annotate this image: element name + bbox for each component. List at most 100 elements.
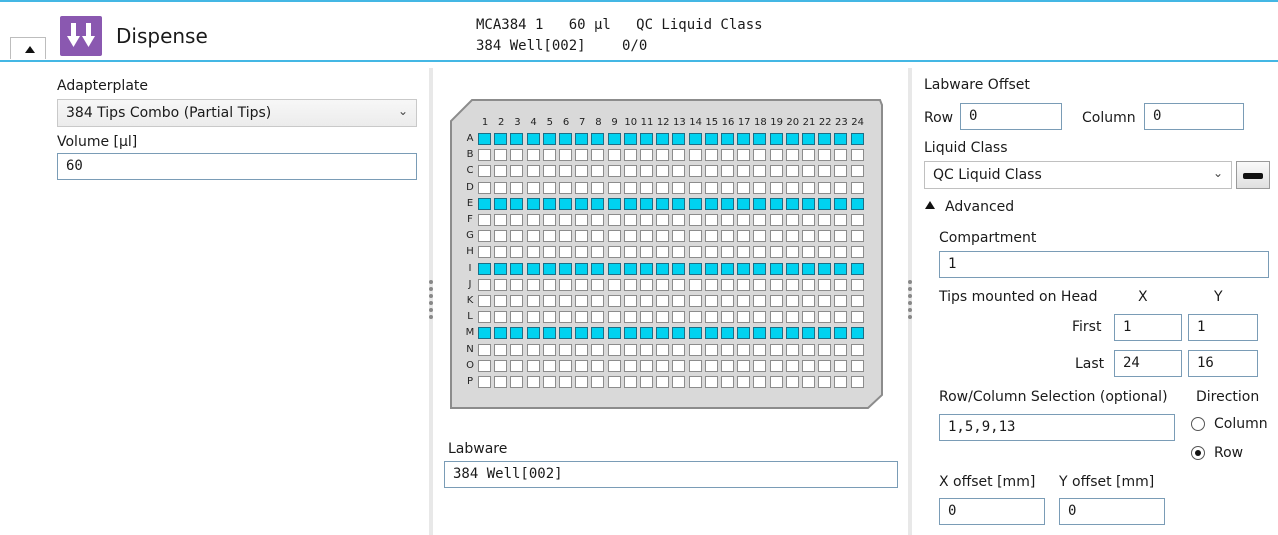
plate-well[interactable] [559, 165, 572, 178]
plate-well[interactable] [737, 376, 751, 388]
plate-well[interactable] [542, 230, 556, 243]
plate-well[interactable] [785, 376, 799, 388]
plate-well[interactable] [802, 165, 815, 178]
plate-well[interactable] [656, 278, 670, 291]
plate-well[interactable] [672, 149, 686, 162]
plate-well[interactable] [494, 343, 508, 356]
plate-well[interactable] [559, 343, 572, 356]
plate-well[interactable] [607, 359, 621, 372]
plate-well[interactable] [785, 149, 799, 162]
plate-well[interactable] [656, 262, 670, 275]
plate-well[interactable] [721, 181, 734, 194]
plate-well[interactable] [542, 246, 556, 259]
plate-well[interactable] [559, 295, 572, 307]
plate-well[interactable] [704, 181, 718, 194]
plate-well[interactable] [656, 165, 670, 178]
plate-well[interactable] [688, 149, 702, 162]
plate-well[interactable] [672, 376, 686, 388]
plate-well[interactable] [640, 262, 653, 275]
plate-well[interactable] [510, 343, 524, 356]
plate-well[interactable] [737, 295, 751, 307]
plate-well[interactable] [753, 133, 767, 145]
plate-well[interactable] [834, 262, 848, 275]
plate-well[interactable] [704, 230, 718, 243]
plate-well[interactable] [656, 214, 670, 226]
plate-well[interactable] [656, 295, 670, 307]
plate-well[interactable] [753, 376, 767, 388]
plate-well[interactable] [559, 133, 572, 145]
plate-well[interactable] [623, 295, 637, 307]
plate-well[interactable] [818, 197, 832, 210]
plate-well[interactable] [656, 197, 670, 210]
plate-well[interactable] [818, 295, 832, 307]
plate-well[interactable] [510, 295, 524, 307]
plate-well[interactable] [640, 311, 653, 324]
plate-well[interactable] [753, 149, 767, 162]
plate-well[interactable] [688, 343, 702, 356]
advanced-label[interactable]: Advanced [945, 199, 1014, 215]
plate-well[interactable] [526, 214, 540, 226]
plate-well[interactable] [753, 327, 767, 340]
plate-well[interactable] [802, 295, 815, 307]
plate-well[interactable] [559, 181, 572, 194]
plate-well[interactable] [478, 376, 491, 388]
plate-well[interactable] [672, 295, 686, 307]
plate-well[interactable] [591, 149, 605, 162]
plate-well[interactable] [688, 133, 702, 145]
plate-well[interactable] [640, 376, 653, 388]
plate-well[interactable] [753, 214, 767, 226]
plate-well[interactable] [721, 214, 734, 226]
plate-well[interactable] [607, 327, 621, 340]
plate-well[interactable] [640, 165, 653, 178]
plate-well[interactable] [672, 359, 686, 372]
plate-well[interactable] [526, 230, 540, 243]
plate-well[interactable] [769, 181, 783, 194]
plate-well[interactable] [818, 262, 832, 275]
plate-well[interactable] [704, 359, 718, 372]
plate-well[interactable] [656, 359, 670, 372]
plate-well[interactable] [721, 295, 734, 307]
plate-well[interactable] [542, 295, 556, 307]
plate-well[interactable] [850, 181, 864, 194]
plate-well[interactable] [623, 149, 637, 162]
plate-well[interactable] [607, 295, 621, 307]
plate-well[interactable] [656, 376, 670, 388]
plate-well[interactable] [802, 343, 815, 356]
plate-well[interactable] [494, 262, 508, 275]
plate-well[interactable] [704, 214, 718, 226]
compartment-field[interactable]: 1 [939, 251, 1269, 278]
x-offset-field[interactable]: 0 [939, 498, 1045, 525]
labware-field[interactable]: 384 Well[002] [444, 461, 898, 488]
plate-well[interactable] [672, 214, 686, 226]
plate-well[interactable] [510, 262, 524, 275]
plate-well[interactable] [704, 262, 718, 275]
plate-well[interactable] [802, 181, 815, 194]
direction-row-radio[interactable] [1191, 446, 1205, 460]
plate-well[interactable] [721, 327, 734, 340]
plate-well[interactable] [526, 246, 540, 259]
plate-well[interactable] [510, 246, 524, 259]
plate-well[interactable] [526, 149, 540, 162]
plate-well[interactable] [721, 230, 734, 243]
plate-well[interactable] [559, 230, 572, 243]
plate-well[interactable] [591, 181, 605, 194]
plate-well[interactable] [834, 311, 848, 324]
plate-well[interactable] [850, 295, 864, 307]
plate-well[interactable] [785, 327, 799, 340]
plate-well[interactable] [672, 197, 686, 210]
plate-well[interactable] [607, 181, 621, 194]
plate-well[interactable] [850, 376, 864, 388]
plate-well[interactable] [834, 214, 848, 226]
plate-well[interactable] [575, 327, 589, 340]
plate-well[interactable] [575, 278, 589, 291]
plate-well[interactable] [753, 165, 767, 178]
plate-well[interactable] [607, 376, 621, 388]
plate-well[interactable] [526, 311, 540, 324]
plate-well[interactable] [494, 246, 508, 259]
plate-well[interactable] [737, 278, 751, 291]
plate-well[interactable] [737, 214, 751, 226]
plate-well[interactable] [494, 278, 508, 291]
plate-well[interactable] [769, 165, 783, 178]
plate-well[interactable] [591, 165, 605, 178]
plate-well[interactable] [785, 197, 799, 210]
